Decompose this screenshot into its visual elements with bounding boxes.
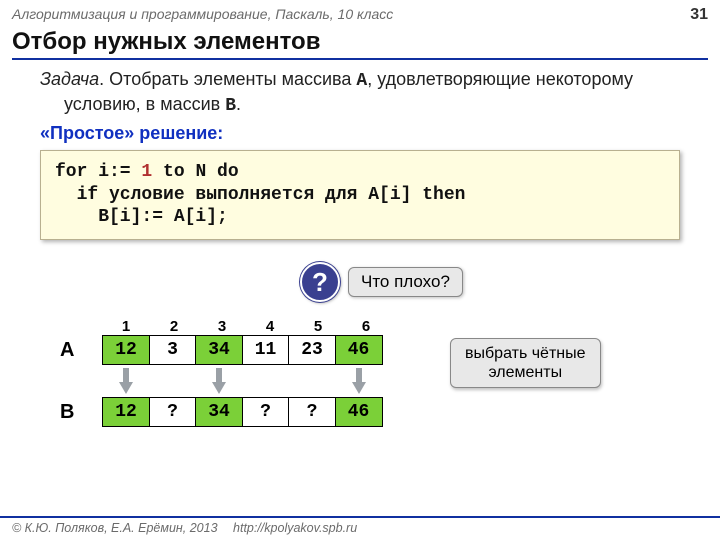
cell: ?: [242, 397, 290, 427]
subheading: «Простое» решение:: [0, 117, 720, 150]
cell: 12: [102, 397, 150, 427]
question-mark-icon: ?: [300, 262, 340, 302]
page-number: 31: [690, 6, 708, 24]
right-callout: выбрать чётные элементы: [450, 338, 601, 388]
array-b-row: B 12 ? 34 ? ? 46: [60, 397, 390, 427]
cell: ?: [288, 397, 336, 427]
array-b-label: B: [60, 401, 102, 424]
arrow-down-icon: [212, 368, 226, 394]
array-a-row: A 12 3 34 11 23 46: [60, 335, 390, 365]
code-box: for i:= 1 to N do if условие выполняется…: [40, 150, 680, 240]
arrow-down-icon: [352, 368, 366, 394]
task-statement: Задача. Отобрать элементы массива A, удо…: [24, 68, 720, 117]
cell: 12: [102, 335, 150, 365]
array-a-label: A: [60, 339, 102, 362]
cell: 46: [335, 397, 383, 427]
task-label: Задача: [40, 69, 99, 89]
array-b-cells: 12 ? 34 ? ? 46: [102, 397, 383, 427]
footer: © К.Ю. Поляков, Е.А. Ерёмин, 2013 http:/…: [0, 516, 720, 540]
array-a-cells: 12 3 34 11 23 46: [102, 335, 383, 365]
title-underline: [12, 58, 708, 60]
arrows-row: [102, 365, 390, 397]
header-bar: Алгоритмизация и программирование, Паска…: [0, 0, 720, 28]
cell: 3: [149, 335, 197, 365]
course-label: Алгоритмизация и программирование, Паска…: [12, 6, 393, 22]
cell: 34: [195, 397, 243, 427]
arrays-diagram: 1 2 3 4 5 6 A 12 3 34 11 23 46 B 12 ? 34…: [60, 318, 390, 427]
question-callout: ? Что плохо?: [300, 262, 463, 302]
cell: 34: [195, 335, 243, 365]
cell: 46: [335, 335, 383, 365]
array-a-name: A: [356, 71, 367, 91]
cell: 11: [242, 335, 290, 365]
cell: 23: [288, 335, 336, 365]
arrow-down-icon: [119, 368, 133, 394]
copyright: © К.Ю. Поляков, Е.А. Ерёмин, 2013: [12, 521, 218, 535]
callout-text: Что плохо?: [348, 267, 463, 297]
title-block: Отбор нужных элементов: [0, 28, 720, 60]
array-b-name: B: [225, 96, 236, 116]
index-row: 1 2 3 4 5 6: [102, 318, 390, 335]
code-wrap: for i:= 1 to N do if условие выполняется…: [0, 150, 720, 240]
cell: ?: [149, 397, 197, 427]
page-title: Отбор нужных элементов: [12, 28, 708, 56]
footer-link[interactable]: http://kpolyakov.spb.ru: [233, 521, 357, 535]
